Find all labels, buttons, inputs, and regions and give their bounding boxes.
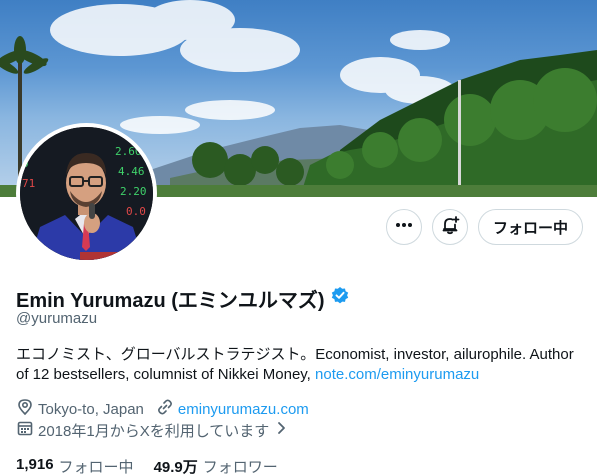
bio: エコノミスト、グローバルストラテジスト。Economist, investor,… [16, 345, 586, 385]
bio-text: エコノミスト、グローバルストラテジスト。Economist, investor,… [16, 346, 574, 383]
joined: 2018年1月からXを利用しています [16, 419, 289, 441]
joined-text: 2018年1月からXを利用しています [38, 422, 270, 440]
chevron-right-icon [273, 420, 289, 440]
joined-row[interactable]: 2018年1月からXを利用しています [16, 419, 289, 441]
more-horizontal-icon [394, 215, 414, 240]
website-link[interactable]: eminyurumazu.com [178, 401, 309, 418]
handle: @yurumazu [16, 310, 98, 327]
link-icon [156, 398, 174, 420]
followers-count: 49.9万 [153, 459, 198, 476]
following-button[interactable]: フォロー中 [477, 209, 583, 245]
following-stat[interactable]: 1,916 フォロー中 [16, 456, 134, 476]
website: eminyurumazu.com [156, 398, 309, 420]
followers-stat[interactable]: 49.9万 フォロワー [154, 456, 278, 476]
followers-label: フォロワー [202, 459, 278, 476]
svg-text:0.0: 0.0 [126, 205, 146, 218]
calendar-icon [16, 419, 34, 441]
location: Tokyo-to, Japan [16, 398, 144, 420]
profile-actions: フォロー中 [385, 209, 583, 245]
location-pin-icon [16, 398, 34, 420]
location-text: Tokyo-to, Japan [38, 400, 144, 418]
svg-text:4.46: 4.46 [118, 165, 145, 178]
more-button[interactable] [385, 209, 422, 245]
verified-badge-icon[interactable] [330, 286, 350, 311]
profile-name-row: Emin Yurumazu (エミンユルマズ) [16, 284, 350, 313]
display-name: Emin Yurumazu (エミンユルマズ) [16, 290, 325, 312]
bell-plus-icon [440, 215, 460, 240]
avatar[interactable]: 2.60 4.46 2.20 0 13 71 0.0 [16, 123, 157, 264]
bio-link[interactable]: note.com/eminyurumazu [315, 366, 479, 383]
follow-stats: 1,916 フォロー中 49.9万 フォロワー [16, 456, 278, 476]
svg-text:2.20: 2.20 [120, 185, 147, 198]
following-count: 1,916 [16, 456, 54, 473]
following-label: フォロー中 [58, 459, 134, 476]
svg-text:2.60: 2.60 [115, 145, 142, 158]
svg-text:71: 71 [22, 177, 35, 190]
profile-meta: Tokyo-to, Japan eminyurumazu.com [16, 398, 321, 420]
notify-button[interactable] [431, 209, 468, 245]
following-button-label: フォロー中 [492, 219, 568, 237]
